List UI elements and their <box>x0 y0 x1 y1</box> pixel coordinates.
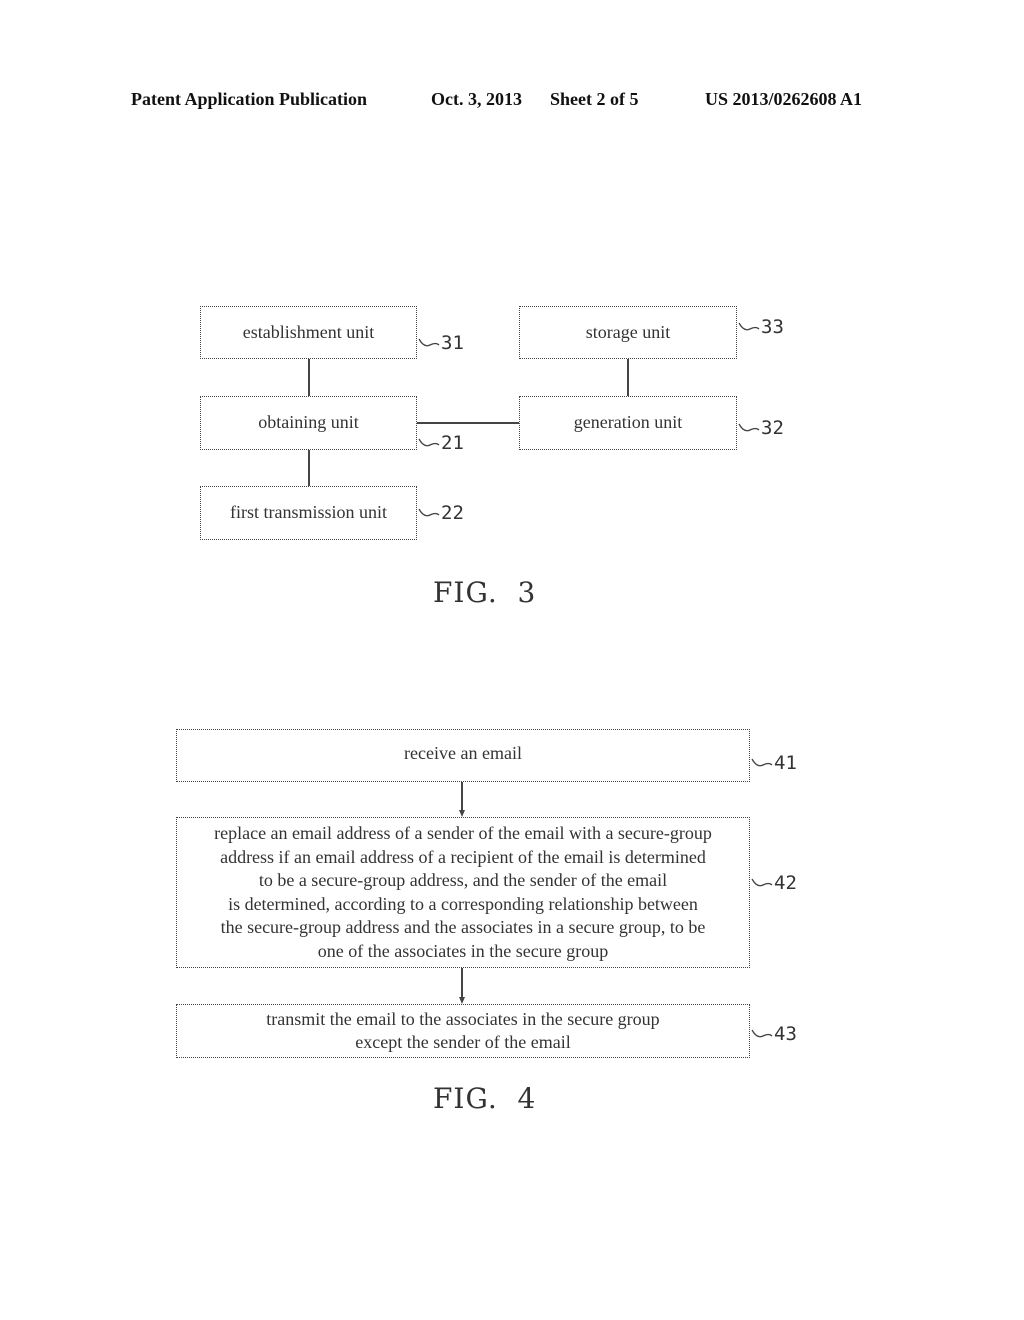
step-42-line: replace an email address of a sender of … <box>214 823 712 843</box>
ref-43: 43 <box>751 1023 797 1045</box>
arrowhead-icon <box>459 997 465 1004</box>
establishment-unit-label: establishment unit <box>242 321 375 342</box>
ref-33: 33 <box>738 316 784 338</box>
connector-33-32 <box>627 358 629 397</box>
step-42-block: replace an email address of a sender of … <box>176 817 750 968</box>
establishment-unit-block: establishment unit <box>200 306 417 359</box>
ref-21: 21 <box>418 432 464 454</box>
figure-3-caption: FIG. 3 <box>433 576 537 609</box>
step-42-line: is determined, according to a correspond… <box>228 893 698 914</box>
publication-label: Patent Application Publication <box>131 89 368 109</box>
step-43-line: except the sender of the email <box>355 1032 571 1052</box>
ref-41: 41 <box>751 752 797 774</box>
first-transmission-unit-block: first transmission unit <box>200 486 417 540</box>
step-41-block: receive an email <box>176 729 750 782</box>
figure-4-caption: FIG. 4 <box>433 1082 537 1115</box>
leader-line-icon <box>751 1029 773 1038</box>
connector-21-22 <box>308 449 310 487</box>
storage-unit-label: storage unit <box>585 321 671 342</box>
arrow-42-43 <box>461 967 463 997</box>
storage-unit-block: storage unit <box>519 306 737 359</box>
first-transmission-unit-label: first transmission unit <box>230 502 387 523</box>
step-43-line: transmit the email to the associates in … <box>266 1008 660 1029</box>
ref-32: 32 <box>738 417 784 439</box>
leader-line-icon <box>751 758 773 767</box>
step-42-line: to be a secure-group address, and the se… <box>258 870 668 890</box>
obtaining-unit-block: obtaining unit <box>200 396 417 450</box>
generation-unit-block: generation unit <box>519 396 737 450</box>
sheet-number: Sheet 2 of 5 <box>550 89 639 109</box>
step-43-block: transmit the email to the associates in … <box>176 1004 750 1058</box>
step-42-line: one of the associates in the secure grou… <box>317 940 609 961</box>
obtaining-unit-label: obtaining unit <box>258 412 359 433</box>
step-41-text: receive an email <box>404 742 522 763</box>
ref-42: 42 <box>751 872 797 894</box>
ref-31: 31 <box>418 332 464 354</box>
leader-line-icon <box>418 338 440 347</box>
leader-line-icon <box>418 438 440 447</box>
leader-line-icon <box>418 508 440 517</box>
step-42-line: address if an email address of a recipie… <box>220 846 706 867</box>
arrow-41-42 <box>461 781 463 811</box>
generation-unit-label: generation unit <box>573 412 683 433</box>
arrowhead-icon <box>459 810 465 817</box>
leader-line-icon <box>738 423 760 432</box>
step-42-line: the secure-group address and the associa… <box>220 917 706 937</box>
publication-date: Oct. 3, 2013 <box>431 89 522 109</box>
patent-number: US 2013/0262608 A1 <box>705 89 863 109</box>
ref-22: 22 <box>418 502 464 524</box>
connector-31-21 <box>308 358 310 397</box>
leader-line-icon <box>738 322 760 331</box>
leader-line-icon <box>751 878 773 887</box>
connector-21-32 <box>416 422 520 424</box>
